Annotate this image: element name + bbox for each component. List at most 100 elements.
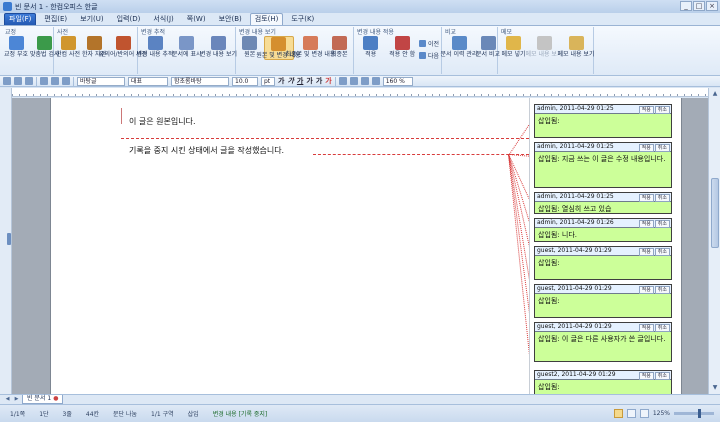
undo-icon[interactable] (51, 77, 59, 85)
memo-apply-button[interactable]: 적용 (638, 372, 654, 380)
memo-show-button[interactable]: 메모 내용 보기 (558, 36, 594, 58)
zoom-level[interactable]: 125% (653, 410, 670, 417)
document-line-tracked[interactable]: 기록을 중지 시킨 상태에서 글을 작성했습니다. (129, 145, 284, 156)
menu-file[interactable]: 파일(F) (4, 13, 37, 25)
memo-box[interactable]: guest, 2011-04-29 01:29 적용 취소 삽입됨: 이 글은 다른 … (534, 322, 672, 362)
align-center-icon[interactable] (349, 77, 358, 85)
proof-mark-button[interactable]: 교정 부호 (4, 36, 28, 58)
document-page[interactable]: 이 글은 원본입니다. 기록을 중지 시킨 상태에서 글을 작성했습니다. ad… (50, 98, 682, 394)
memo-cancel-button[interactable]: 취소 (654, 144, 670, 152)
bold-button[interactable]: 가 (278, 76, 284, 86)
menu-security[interactable]: 보안(B) (214, 13, 247, 25)
close-button[interactable]: × (706, 1, 718, 11)
page-view-icon[interactable] (626, 409, 636, 418)
memo-box[interactable]: guest2, 2011-04-29 01:29 적용 취소 삽입됨: (534, 370, 672, 394)
zoom-slider[interactable] (674, 409, 714, 418)
history-button[interactable]: 문서 이력 관리 (441, 36, 477, 58)
menu-edit[interactable]: 편집(E) (39, 13, 72, 25)
previous-button[interactable]: 이전 (418, 38, 439, 48)
language-select[interactable]: 대표 (128, 76, 168, 86)
menu-insert[interactable]: 입력(D) (112, 13, 146, 25)
memo-text[interactable]: 삽입됨: (535, 380, 671, 394)
memo-box[interactable]: guest, 2011-04-29 01:29 적용 취소 삽입됨: (534, 246, 672, 280)
memo-apply-button[interactable]: 적용 (638, 220, 654, 228)
memo-cancel-button[interactable]: 취소 (654, 220, 670, 228)
memo-box[interactable]: admin, 2011-04-29 01:25 적용 취소 삽입됨: 지금 쓰는 이 … (534, 142, 672, 188)
save-icon[interactable] (25, 77, 33, 85)
memo-cancel-button[interactable]: 취소 (654, 248, 670, 256)
status-track-changes[interactable]: 변경 내용 [기록 중지] (213, 409, 268, 418)
memo-cancel-button[interactable]: 취소 (654, 286, 670, 294)
memo-text[interactable]: 삽입됨: (535, 294, 671, 309)
menu-tools[interactable]: 도구(K) (286, 13, 319, 25)
new-document-icon[interactable] (3, 77, 11, 85)
memo-text[interactable]: 삽입됨: 이 글은 다른 사용자가 쓴 글입니다. (535, 332, 671, 347)
memo-text[interactable]: 삽입됨: 열심히 쓰고 있습 (535, 202, 671, 217)
status-page[interactable]: 1/1쪽 (10, 409, 25, 418)
apply-button[interactable]: 적용 (356, 36, 385, 60)
memo-text[interactable]: 삽입됨: 니다. (535, 228, 671, 243)
unit-select[interactable]: pt (261, 76, 275, 86)
final-and-changes-button[interactable]: 최종본 및 변경 내용 (286, 36, 335, 60)
memo-apply-button[interactable]: 적용 (638, 106, 654, 114)
document-tab[interactable]: 빈 문서 1 ● (22, 395, 64, 404)
italic-button[interactable]: 가 (287, 76, 293, 86)
scroll-up-icon[interactable]: ▲ (711, 90, 719, 98)
menu-format[interactable]: 서식(J) (148, 13, 178, 25)
memo-cancel-button[interactable]: 취소 (654, 194, 670, 202)
open-folder-icon[interactable] (14, 77, 22, 85)
thesaurus-button[interactable]: 유의어/반의어 사전 (99, 36, 147, 58)
vertical-scrollbar[interactable]: ▲ ▼ (708, 88, 720, 394)
align-justify-icon[interactable] (371, 77, 380, 85)
menu-page[interactable]: 쪽(W) (182, 13, 211, 25)
memo-box[interactable]: admin, 2011-04-29 01:26 적용 취소 삽입됨: 니다. (534, 218, 672, 242)
memo-box[interactable]: admin, 2011-04-29 01:25 적용 취소 삽입됨: 열심히 쓰고 있… (534, 192, 672, 214)
scroll-thumb[interactable] (711, 178, 719, 248)
menu-review[interactable]: 검토(H) (249, 13, 284, 25)
side-panel-handle[interactable] (7, 233, 11, 245)
memo-box[interactable]: guest, 2011-04-29 01:29 적용 취소 삽입됨: (534, 284, 672, 318)
print-icon[interactable] (40, 77, 48, 85)
underline-button[interactable]: 가 (297, 76, 303, 86)
final-button[interactable]: 최종본 (328, 36, 352, 60)
scroll-down-icon[interactable]: ▼ (711, 384, 719, 392)
web-view-icon[interactable] (639, 409, 649, 418)
memo-apply-button[interactable]: 적용 (638, 324, 654, 332)
memo-cancel-button[interactable]: 취소 (654, 372, 670, 380)
track-changes-button[interactable]: 변경 내용 추적 (137, 36, 173, 58)
memo-insert-button[interactable]: 메모 넣기 (500, 36, 527, 58)
memo-cancel-button[interactable]: 취소 (654, 106, 670, 114)
memo-apply-button[interactable]: 적용 (638, 194, 654, 202)
font-size-input[interactable]: 10.0 (232, 76, 258, 86)
memo-text[interactable]: 삽입됨: (535, 256, 671, 271)
align-right-icon[interactable] (360, 77, 369, 85)
show-in-document-button[interactable]: 문서에 표시 (172, 36, 202, 58)
next-button[interactable]: 다음 (418, 50, 439, 60)
style-select[interactable]: 바탕글 (77, 76, 125, 86)
compare-button[interactable]: 문서 비교 (476, 36, 500, 58)
memo-apply-button[interactable]: 적용 (638, 248, 654, 256)
view-changes-button[interactable]: 변경 내용 보기 (200, 36, 237, 58)
reject-button[interactable]: 적용 안 함 (387, 36, 416, 60)
align-left-icon[interactable] (338, 77, 347, 85)
status-insert-mode[interactable]: 삽입 (188, 409, 199, 418)
memo-apply-button[interactable]: 적용 (638, 286, 654, 294)
memo-box[interactable]: admin, 2011-04-29 01:25 적용 취소 삽입됨: (534, 104, 672, 138)
maximize-button[interactable]: □ (693, 1, 705, 11)
outline-button[interactable]: 가 (316, 76, 322, 86)
tab-last-icon[interactable]: ▶ (13, 396, 20, 403)
font-color-button[interactable]: 가 (325, 76, 331, 86)
memo-apply-button[interactable]: 적용 (638, 144, 654, 152)
menu-view[interactable]: 보기(U) (75, 13, 108, 25)
memo-cancel-button[interactable]: 취소 (654, 324, 670, 332)
minimize-button[interactable]: _ (680, 1, 692, 11)
horizontal-ruler[interactable] (12, 88, 708, 97)
memo-text[interactable]: 삽입됨: (535, 114, 671, 129)
tab-close-icon[interactable]: ● (53, 395, 58, 402)
font-select[interactable]: 함초롬바탕 (171, 76, 229, 86)
dictionary-button[interactable]: 한컴 사전 (56, 36, 80, 58)
line-spacing-select[interactable]: 160 % (382, 76, 413, 86)
redo-icon[interactable] (62, 77, 70, 85)
shadow-button[interactable]: 가 (306, 76, 312, 86)
memo-text[interactable]: 삽입됨: 지금 쓰는 이 글은 수정 내용입니다. (535, 152, 671, 167)
